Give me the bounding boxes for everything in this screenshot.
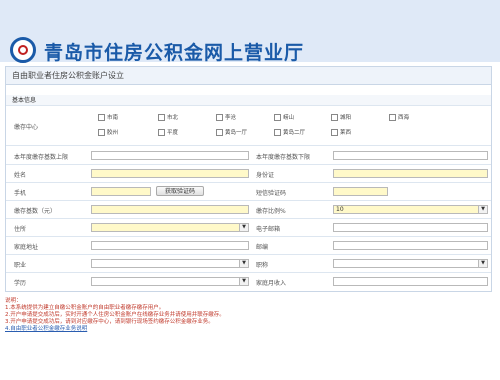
base-min-field — [333, 151, 488, 160]
postcode-label: 邮编 — [256, 244, 269, 251]
email-input[interactable] — [333, 223, 488, 232]
name-row: 姓名 身份证 — [6, 165, 491, 183]
center-option[interactable]: 胶州 — [98, 128, 118, 136]
id-label: 身份证 — [256, 172, 275, 179]
get-code-button[interactable]: 获取验证码 — [156, 186, 204, 196]
sms-code-label: 短信验证码 — [256, 190, 287, 197]
center-option[interactable]: 崂山 — [274, 113, 294, 121]
center-option[interactable]: 市北 — [158, 113, 178, 121]
sms-code-input[interactable] — [333, 187, 388, 196]
site-title: 青岛市住房公积金网上营业厅 — [44, 42, 305, 64]
family-income-label: 家庭月收入 — [256, 280, 287, 287]
home-address-input[interactable] — [91, 241, 249, 250]
center-option[interactable]: 李沧 — [216, 113, 236, 121]
base-max-label: 本年度缴存基数上限 — [14, 154, 69, 161]
note-item: 3.开户申请提交成功后，请到对应缴存中心，请到银行现场签约缴存公积金缴存业务。 — [5, 319, 214, 325]
center-option[interactable]: 市南 — [98, 113, 118, 121]
base-row: 本年度缴存基数上限 本年度缴存基数下限 — [6, 147, 491, 165]
note-item: 1.本系统提供为建立自缴公积金账户的自由职业者缴存缴存用户。 — [5, 305, 165, 311]
residence-row: 住所 ▼ 电子邮箱 — [6, 219, 491, 237]
education-select[interactable]: ▼ — [91, 277, 249, 286]
home-address-label: 家庭地址 — [14, 244, 39, 251]
deposit-ratio-label: 缴存比例% — [256, 208, 286, 215]
name-input[interactable] — [91, 169, 249, 178]
chevron-down-icon: ▼ — [242, 260, 246, 266]
header: 青岛市住房公积金网上营业厅 — [0, 0, 500, 64]
deposit-base-input[interactable] — [91, 205, 249, 214]
id-input[interactable] — [333, 169, 488, 178]
family-income-input[interactable] — [333, 277, 488, 286]
center-option[interactable]: 黄岛二厅 — [274, 128, 305, 136]
deposit-base-label: 缴存基数（元） — [14, 208, 57, 215]
education-label: 学历 — [14, 280, 27, 287]
deposit-ratio-select[interactable]: 10 ▼ — [333, 205, 488, 214]
notes: 说明： 1.本系统提供为建立自缴公积金账户的自由职业者缴存缴存用户。 2.开户申… — [5, 298, 490, 333]
base-max-field — [91, 151, 249, 160]
center-option[interactable]: 黄岛一厅 — [216, 128, 247, 136]
address-row: 家庭地址 邮编 — [6, 237, 491, 255]
phone-row: 手机 获取验证码 短信验证码 — [6, 183, 491, 201]
center-row: 缴存中心 市南 市北 李沧 崂山 城阳 西海 胶州 平度 黄岛一厅 黄岛二厅 莱… — [6, 107, 491, 146]
postcode-input[interactable] — [333, 241, 488, 250]
occupation-label: 职业 — [14, 262, 27, 269]
occupation-select[interactable]: ▼ — [91, 259, 249, 268]
chevron-down-icon: ▼ — [481, 260, 485, 266]
logo-icon — [10, 37, 36, 63]
chevron-down-icon: ▼ — [242, 278, 246, 284]
center-option[interactable]: 莱西 — [331, 128, 351, 136]
email-label: 电子邮箱 — [256, 226, 281, 233]
occupation-row: 职业 ▼ 职称 ▼ — [6, 255, 491, 273]
notes-title: 说明： — [5, 298, 22, 304]
note-item: 2.开户申请提交成功后，实时开通个人住房公积金账户在线缴存业务并请使用并联存缴存… — [5, 312, 225, 318]
chevron-down-icon: ▼ — [481, 206, 485, 212]
education-row: 学历 ▼ 家庭月收入 — [6, 273, 491, 290]
residence-label: 住所 — [14, 226, 27, 233]
center-option[interactable]: 平度 — [158, 128, 178, 136]
center-option[interactable]: 西海 — [389, 113, 409, 121]
panel-title: 自由职业者住房公积金账户设立 — [6, 67, 491, 85]
name-label: 姓名 — [14, 172, 27, 179]
base-min-label: 本年度缴存基数下限 — [256, 154, 311, 161]
phone-input[interactable] — [91, 187, 151, 196]
title-select[interactable]: ▼ — [333, 259, 488, 268]
deposit-row: 缴存基数（元） 缴存比例% 10 ▼ — [6, 201, 491, 219]
chevron-down-icon: ▼ — [242, 224, 246, 230]
phone-label: 手机 — [14, 190, 27, 197]
center-label: 缴存中心 — [14, 124, 39, 131]
title-label: 职称 — [256, 262, 269, 269]
center-option[interactable]: 城阳 — [331, 113, 351, 121]
section-title: 基本信息 — [6, 95, 491, 106]
residence-select[interactable]: ▼ — [91, 223, 249, 232]
account-form-panel: 自由职业者住房公积金账户设立 基本信息 缴存中心 市南 市北 李沧 崂山 城阳 … — [5, 66, 492, 292]
instructions-link[interactable]: 4.自由职业者公积金缴存业务说明 — [5, 326, 490, 333]
